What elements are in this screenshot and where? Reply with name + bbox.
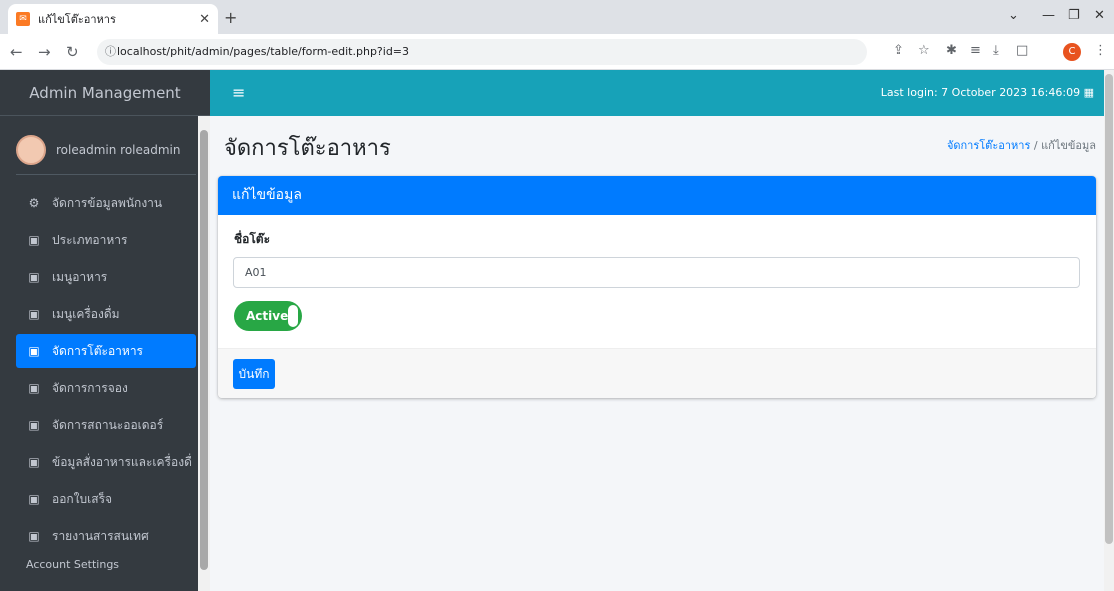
site-info-icon[interactable]: ⓘ <box>105 39 116 65</box>
sidebar-item-order-data[interactable]: ▣ ข้อมูลสั่งอาหารและเครื่องดื่ <box>16 445 196 479</box>
table-name-input[interactable]: A01 <box>233 257 1080 288</box>
download-icon[interactable]: ⤓ <box>993 43 999 58</box>
profile-avatar[interactable]: C <box>1063 43 1081 61</box>
sidebar-menu: ⚙ จัดการข้อมูลพนักงาน ▣ ประเภทอาหาร ▣ เม… <box>16 186 196 556</box>
chalkboard-teacher-icon: ▣ <box>28 307 40 321</box>
chalkboard-teacher-icon: ▣ <box>28 270 40 284</box>
side-panel-icon[interactable]: □ <box>1016 43 1028 58</box>
sidebar-item-food-types[interactable]: ▣ ประเภทอาหาร <box>16 223 196 257</box>
sidebar-item-reservations[interactable]: ▣ จัดการการจอง <box>16 371 196 405</box>
content-wrapper: จัดการโต๊ะอาหาร จัดการโต๊ะอาหาร / แก้ไขข… <box>210 116 1104 591</box>
browser-tab-bar: ✉ แก้ไขโต๊ะอาหาร ✕ + ⌄ — ❐ ✕ <box>0 0 1114 34</box>
chalkboard-teacher-icon: ▣ <box>28 492 40 506</box>
sidebar-item-reports[interactable]: ▣ รายงานสารสนเทศ <box>16 519 196 553</box>
windows-grid-icon: ▦ <box>1083 86 1094 99</box>
chalkboard-teacher-icon: ▣ <box>28 381 40 395</box>
tab-title: แก้ไขโต๊ะอาหาร <box>38 13 116 26</box>
edit-form-card: แก้ไขข้อมูล ชื่อโต๊ะ A01 Active บันทึก <box>218 176 1096 398</box>
browser-menu-icon[interactable]: ⋮ <box>1094 43 1107 58</box>
window-close-icon[interactable]: ✕ <box>1094 8 1105 23</box>
close-tab-icon[interactable]: ✕ <box>199 12 210 27</box>
breadcrumb-current: แก้ไขข้อมูล <box>1041 139 1096 152</box>
table-name-label: ชื่อโต๊ะ <box>234 232 271 246</box>
card-footer: บันทึก <box>218 348 1096 398</box>
bookmark-star-icon[interactable]: ☆ <box>918 43 930 58</box>
minimize-icon[interactable]: — <box>1042 8 1055 23</box>
last-login-text: Last login: 7 October 2023 16:46:09 ▦ <box>881 86 1094 99</box>
sidebar-item-drink-menu[interactable]: ▣ เมนูเครื่องดื่ม <box>16 297 196 331</box>
user-panel[interactable]: roleadmin roleadmin <box>16 125 196 175</box>
sidebar-scrollbar-thumb[interactable] <box>200 130 208 570</box>
reading-list-icon[interactable]: ≡ <box>970 43 981 58</box>
user-avatar <box>16 134 46 165</box>
sidebar-item-label: ออกใบเสร็จ <box>52 491 113 506</box>
sidebar-item-food-menu[interactable]: ▣ เมนูอาหาร <box>16 260 196 294</box>
url-text: localhost/phit/admin/pages/table/form-ed… <box>117 45 410 58</box>
sidebar: Admin Management roleadmin roleadmin ⚙ จ… <box>0 70 210 591</box>
last-login-label: Last login: 7 October 2023 16:46:09 <box>880 86 1081 99</box>
share-icon[interactable]: ⇪ <box>893 43 904 58</box>
top-navbar: ≡ Last login: 7 October 2023 16:46:09 ▦ <box>210 70 1104 116</box>
browser-tab[interactable]: ✉ แก้ไขโต๊ะอาหาร ✕ <box>8 4 218 34</box>
card-header: แก้ไขข้อมูล <box>218 176 1096 215</box>
chalkboard-teacher-icon: ▣ <box>28 455 40 469</box>
breadcrumb: จัดการโต๊ะอาหาร / แก้ไขข้อมูล <box>947 136 1096 154</box>
restore-icon[interactable]: ❐ <box>1068 8 1080 23</box>
chalkboard-teacher-icon: ▣ <box>28 233 40 247</box>
user-name: roleadmin roleadmin <box>56 142 181 157</box>
sidebar-item-label: จัดการโต๊ะอาหาร <box>52 343 143 358</box>
sidebar-scrollbar[interactable] <box>198 116 210 591</box>
chalkboard-teacher-icon: ▣ <box>28 344 40 358</box>
extensions-icon[interactable]: ✱ <box>946 43 957 58</box>
sidebar-item-order-status[interactable]: ▣ จัดการสถานะออเดอร์ <box>16 408 196 442</box>
breadcrumb-separator: / <box>1033 139 1038 152</box>
back-icon[interactable]: ← <box>10 43 23 61</box>
tab-search-icon[interactable]: ⌄ <box>1008 8 1019 23</box>
reload-icon[interactable]: ↻ <box>66 43 79 61</box>
sidebar-item-label: รายงานสารสนเทศ <box>52 528 149 543</box>
sidebar-item-label: ประเภทอาหาร <box>52 232 128 247</box>
forward-icon[interactable]: → <box>38 43 51 61</box>
account-settings-header: Account Settings <box>26 558 120 571</box>
xampp-favicon-icon: ✉ <box>16 12 30 26</box>
sidebar-item-label: จัดการข้อมูลพนักงาน <box>52 195 163 210</box>
status-toggle[interactable]: Active <box>234 301 302 331</box>
sidebar-item-tables[interactable]: ▣ จัดการโต๊ะอาหาร <box>16 334 196 368</box>
sidebar-item-label: จัดการสถานะออเดอร์ <box>52 417 164 432</box>
breadcrumb-link[interactable]: จัดการโต๊ะอาหาร <box>947 139 1030 152</box>
save-button[interactable]: บันทึก <box>233 359 275 389</box>
sidebar-item-label: เมนูอาหาร <box>52 269 108 284</box>
address-bar: ← → ↻ ⓘ localhost/phit/admin/pages/table… <box>0 34 1114 70</box>
sidebar-item-employees[interactable]: ⚙ จัดการข้อมูลพนักงาน <box>16 186 196 220</box>
users-cog-icon: ⚙ <box>28 196 40 210</box>
page-title: จัดการโต๊ะอาหาร <box>224 136 391 161</box>
toggle-knob <box>288 305 298 327</box>
menu-toggle-icon[interactable]: ≡ <box>232 83 245 102</box>
url-field[interactable]: ⓘ localhost/phit/admin/pages/table/form-… <box>97 39 867 65</box>
chalkboard-teacher-icon: ▣ <box>28 418 40 432</box>
page-scrollbar-thumb[interactable] <box>1105 74 1113 544</box>
page-scrollbar[interactable] <box>1104 70 1114 591</box>
sidebar-item-receipts[interactable]: ▣ ออกใบเสร็จ <box>16 482 196 516</box>
sidebar-item-label: เมนูเครื่องดื่ม <box>52 306 120 321</box>
chalkboard-teacher-icon: ▣ <box>28 529 40 543</box>
status-toggle-label: Active <box>246 309 289 323</box>
sidebar-item-label: จัดการการจอง <box>52 380 128 395</box>
brand-link[interactable]: Admin Management <box>0 70 210 116</box>
sidebar-item-label: ข้อมูลสั่งอาหารและเครื่องดื่ <box>52 454 192 469</box>
new-tab-icon[interactable]: + <box>224 8 237 27</box>
